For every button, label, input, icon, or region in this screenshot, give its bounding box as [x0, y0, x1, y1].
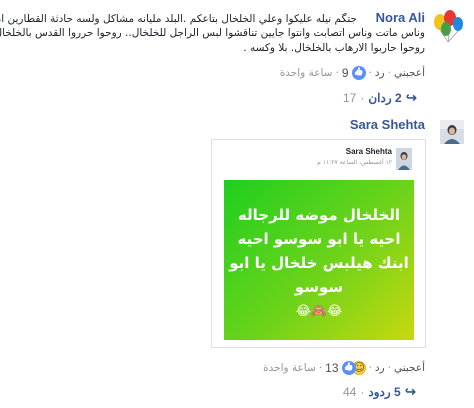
separator: · — [387, 362, 391, 374]
avatar[interactable] — [431, 9, 465, 43]
comment-text-line: جتگم نيله عليكوا وعلي الخلخال بتاعكم .ال… — [0, 13, 357, 25]
view-replies[interactable]: ↩ 5 ردود · 44 — [343, 384, 416, 400]
like-icon[interactable] — [351, 66, 366, 80]
post-text-line: احيه يا ابو سوسو احيه — [237, 230, 401, 248]
comment-author[interactable]: Nora Ali — [376, 10, 425, 25]
replies-count[interactable]: 2 ردان — [368, 91, 401, 105]
reply-arrow-icon: ↩ — [405, 90, 417, 105]
separator: · — [318, 362, 323, 374]
like-icon[interactable] — [341, 361, 356, 375]
separator: · — [360, 91, 365, 105]
timestamp[interactable]: ساعة واحدة — [280, 67, 333, 79]
comment-actions: أعجبني · رد · 13 · ساعة واحدة — [263, 361, 425, 375]
avatar[interactable] — [440, 120, 464, 144]
post-emoji-line: 😂🙈😂 — [295, 304, 343, 319]
comment-text-line: روحوا حاربوا الارهاب بالخلخال. بلا وكسه … — [243, 42, 425, 54]
shared-post-avatar — [396, 148, 412, 170]
replies-extra: 44 — [343, 385, 357, 399]
reaction-count[interactable]: 9 — [342, 66, 349, 80]
reaction-count[interactable]: 13 — [325, 361, 338, 375]
shared-post-author: Sara Shehta — [345, 147, 392, 156]
comment-author[interactable]: Sara Shehta — [350, 117, 425, 132]
like-link[interactable]: أعجبني — [394, 67, 425, 79]
like-link[interactable]: أعجبني — [394, 362, 425, 374]
reply-link[interactable]: رد — [375, 67, 385, 79]
shared-post-timestamp: ١٢ أغسطس، الساعة ١١:٢٧ م — [317, 159, 392, 166]
balloons-avatar-icon — [431, 9, 465, 43]
shared-post-header: Sara Shehta ١٢ أغسطس، الساعة ١١:٢٧ م — [212, 140, 425, 182]
post-text-line: ابنك هيلبس خلخال يا ابو — [229, 254, 409, 272]
separator: · — [368, 362, 372, 374]
separator: · — [360, 385, 365, 399]
separator: · — [368, 67, 372, 79]
timestamp[interactable]: ساعة واحدة — [263, 362, 316, 374]
reply-link[interactable]: رد — [375, 362, 385, 374]
replies-extra: 17 — [343, 91, 357, 105]
view-replies[interactable]: ↩ 2 ردان · 17 — [343, 90, 417, 106]
reply-arrow-icon: ↩ — [404, 384, 416, 399]
post-text-line: سوسو — [294, 278, 344, 296]
comment-actions: أعجبني · رد · 9 · ساعة واحدة — [280, 66, 425, 80]
user-photo-icon — [396, 148, 412, 170]
separator: · — [387, 67, 391, 79]
replies-count[interactable]: 5 ردود — [368, 385, 400, 399]
separator: · — [335, 67, 339, 79]
shared-post-content: الخلخال موضه للرجاله احيه يا ابو سوسو اح… — [224, 180, 414, 340]
user-photo-icon — [440, 120, 464, 144]
shared-post-image[interactable]: Sara Shehta ١٢ أغسطس، الساعة ١١:٢٧ م الخ… — [211, 139, 426, 348]
comment-text-line: وناس ماتت وناس اتصابت وانتوا جايين تناقش… — [0, 27, 425, 39]
post-text-line: الخلخال موضه للرجاله — [237, 206, 401, 224]
